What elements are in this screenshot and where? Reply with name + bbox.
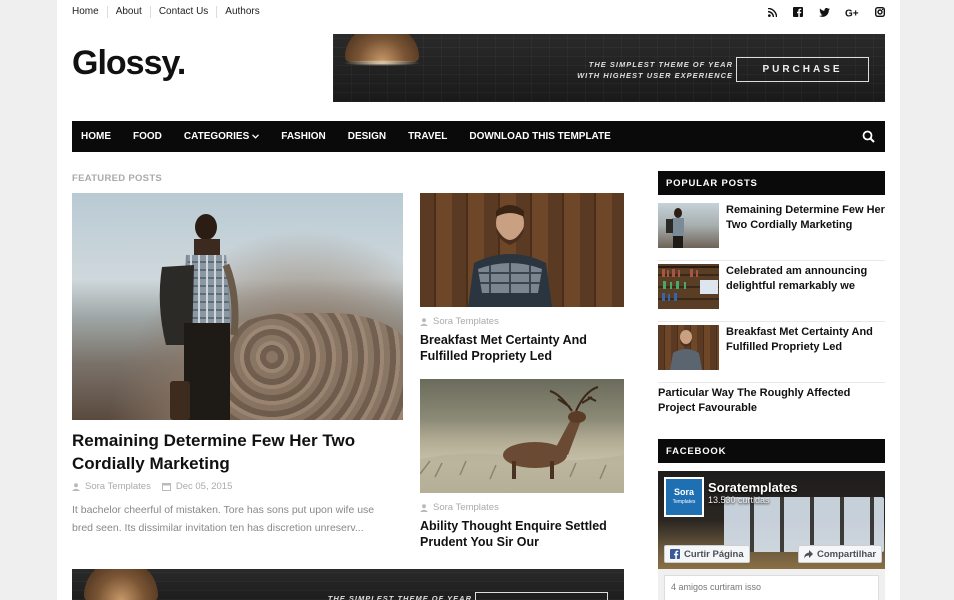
template-screens [724, 497, 884, 552]
facebook-friends-box: 4 amigos curtiram isso [664, 575, 879, 600]
featured-main-title[interactable]: Remaining Determine Few Her Two Cordiall… [72, 429, 392, 475]
facebook-logo-text: Sora [673, 487, 694, 497]
top-nav-contact[interactable]: Contact Us [149, 6, 216, 18]
popular-post-thumb[interactable] [658, 325, 719, 370]
featured-posts-label: FEATURED POSTS [72, 173, 163, 184]
featured-side-2-title[interactable]: Ability Thought Enquire Settled Prudent … [420, 518, 624, 550]
facebook-likes-count: 13.530 curtidas [708, 495, 770, 505]
featured-main-date: Dec 05, 2015 [175, 481, 233, 492]
facebook-page-name[interactable]: Soratemplates [708, 480, 798, 495]
facebook-icon [670, 549, 680, 559]
chevron-down-icon [252, 134, 260, 139]
featured-side-1-title[interactable]: Breakfast Met Certainty And Fulfilled Pr… [420, 332, 624, 364]
nav-food-label: FOOD [133, 131, 162, 142]
facebook-logo-sub: Templates [672, 499, 696, 505]
popular-post-title[interactable]: Breakfast Met Certainty And Fulfilled Pr… [726, 325, 886, 355]
header-banner[interactable]: THE SIMPLEST THEME OF YEAR WITH HIGHEST … [333, 34, 885, 102]
facebook-share-button[interactable]: Compartilhar [798, 545, 883, 563]
featured-main-meta: Sora Templates Dec 05, 2015 [72, 481, 232, 492]
popular-post-item[interactable]: Remaining Determine Few Her Two Cordiall… [658, 203, 885, 261]
popular-post-item[interactable]: Breakfast Met Certainty And Fulfilled Pr… [658, 325, 885, 383]
user-icon [420, 317, 428, 326]
instagram-icon[interactable] [874, 6, 886, 18]
top-nav-authors[interactable]: Authors [216, 6, 267, 18]
user-icon [72, 482, 80, 491]
nav-travel-label: TRAVEL [408, 131, 448, 142]
search-icon[interactable] [862, 130, 875, 143]
featured-side-image-1[interactable] [420, 193, 624, 307]
user-icon [420, 503, 428, 512]
nav-download-template[interactable]: DOWNLOAD THIS TEMPLATE [469, 131, 610, 142]
svg-text:G+: G+ [845, 8, 859, 17]
nav-home-label: HOME [81, 131, 111, 142]
nav-fashion-label: FASHION [281, 131, 326, 142]
nav-travel[interactable]: TRAVEL [408, 131, 447, 142]
popular-post-title[interactable]: Remaining Determine Few Her Two Cordiall… [726, 203, 886, 233]
facebook-friends-text: 4 amigos curtiram isso [671, 582, 762, 592]
featured-side-2-meta: Sora Templates [420, 502, 499, 513]
facebook-like-label: Curtir Página [684, 548, 744, 560]
bearded-man-thumb [670, 330, 702, 370]
hiker-thumb [666, 208, 684, 248]
deer-figure [420, 386, 624, 493]
facebook-page-logo[interactable]: Sora Templates [664, 477, 704, 517]
featured-side-1-meta: Sora Templates [420, 316, 499, 327]
calendar-icon [161, 483, 171, 491]
twitter-icon[interactable] [818, 6, 830, 18]
rss-icon[interactable] [766, 6, 778, 18]
content-banner-button[interactable] [475, 592, 608, 600]
content-banner-tagline: THE SIMPLEST THEME OF YEAR [327, 594, 472, 600]
hiker-figure [159, 214, 239, 420]
nav-download-label: DOWNLOAD THIS TEMPLATE [469, 131, 611, 142]
purchase-button[interactable]: PURCHASE [736, 57, 869, 82]
bookshelf-thumb [658, 266, 719, 301]
featured-side-image-2[interactable] [420, 379, 624, 493]
featured-main-image[interactable] [72, 193, 403, 420]
lamp-image [84, 569, 158, 600]
nav-design-label: DESIGN [347, 131, 387, 142]
nav-fashion[interactable]: FASHION [281, 131, 325, 142]
top-nav-home[interactable]: Home [72, 6, 107, 18]
featured-main-author[interactable]: Sora Templates [85, 481, 151, 492]
popular-post-text-link[interactable]: Particular Way The Roughly Affected Proj… [658, 386, 885, 416]
bearded-man-figure [468, 205, 552, 307]
site-logo[interactable]: Glossy. [72, 44, 186, 83]
lamp-image [345, 34, 419, 62]
lamp-glow [343, 60, 421, 66]
featured-side-2-author[interactable]: Sora Templates [433, 502, 499, 513]
facebook-share-label: Compartilhar [817, 548, 877, 560]
popular-post-thumb[interactable] [658, 264, 719, 309]
popular-post-item[interactable]: Celebrated am announcing delightful rema… [658, 264, 885, 322]
nav-categories[interactable]: CATEGORIES [183, 131, 260, 142]
facebook-like-button[interactable]: Curtir Página [664, 545, 750, 563]
google-plus-icon[interactable]: G+ [844, 6, 860, 18]
nav-food[interactable]: FOOD [133, 131, 162, 142]
featured-main-excerpt: It bachelor cheerful of mistaken. Tore h… [72, 504, 375, 534]
page: Home About Contact Us Authors G+ Glossy.… [57, 0, 900, 600]
content-banner[interactable]: THE SIMPLEST THEME OF YEAR [72, 569, 624, 600]
nav-design[interactable]: DESIGN [348, 131, 386, 142]
social-links: G+ [766, 6, 886, 18]
banner-tagline: THE SIMPLEST THEME OF YEAR WITH HIGHEST … [563, 59, 733, 81]
nav-home[interactable]: HOME [81, 131, 111, 142]
facebook-page-plugin[interactable]: Sora Templates Soratemplates 13.530 curt… [658, 471, 885, 600]
popular-post-title[interactable]: Celebrated am announcing delightful rema… [726, 264, 886, 294]
top-nav: Home About Contact Us Authors [72, 6, 268, 18]
banner-tagline-line2: WITH HIGHEST USER EXPERIENCE [577, 71, 733, 80]
top-nav-about[interactable]: About [106, 6, 150, 18]
banner-tagline-line1: THE SIMPLEST THEME OF YEAR [588, 60, 733, 69]
facebook-heading: FACEBOOK [658, 439, 885, 463]
popular-post-thumb[interactable] [658, 203, 719, 248]
main-nav: HOME FOOD CATEGORIES FASHION DESIGN TRAV… [72, 121, 885, 152]
facebook-icon[interactable] [792, 6, 804, 18]
featured-side-1-author[interactable]: Sora Templates [433, 316, 499, 327]
share-icon [804, 549, 813, 558]
popular-posts-heading: POPULAR POSTS [658, 171, 885, 195]
nav-categories-label: CATEGORIES [183, 131, 250, 142]
